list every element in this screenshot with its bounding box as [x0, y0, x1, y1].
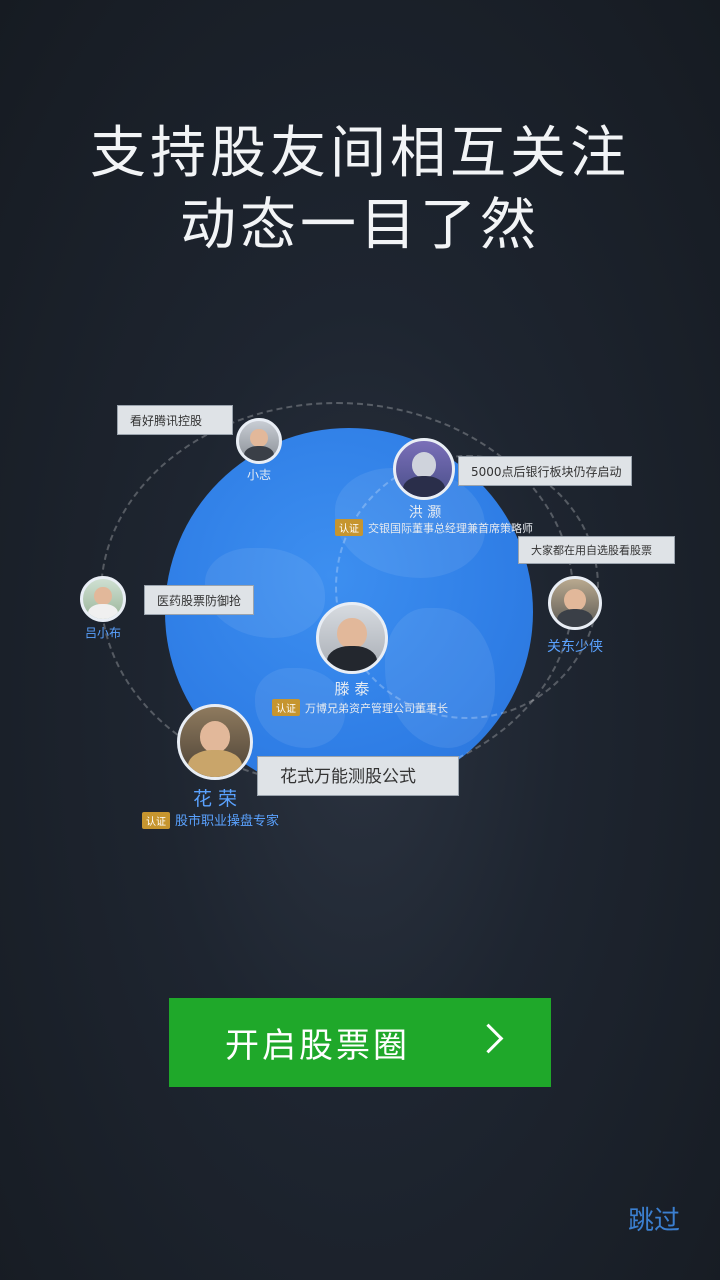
avatar-lvxiaobu[interactable]	[80, 576, 126, 622]
avatar-hongying[interactable]	[393, 438, 455, 500]
bubble-xiaozhi: 看好腾讯控股	[117, 405, 233, 435]
chevron-right-icon	[473, 1023, 504, 1054]
name-xiaozhi: 小志	[246, 468, 271, 482]
avatar-guandong[interactable]	[548, 576, 602, 630]
avatar-huarong[interactable]	[177, 704, 253, 780]
name-lvxiaobu: 吕小布	[84, 626, 121, 640]
name-huarong: 花 荣	[192, 788, 238, 810]
avatar-tengtai[interactable]	[316, 602, 388, 674]
verify-text-huarong: 股市职业操盘专家	[175, 814, 280, 829]
name-tengtai: 滕 泰	[334, 680, 370, 698]
skip-link[interactable]: 跳过	[628, 1200, 680, 1237]
open-stock-circle-label: 开启股票圈	[225, 1026, 410, 1066]
verify-text-tengtai: 万博兄弟资产管理公司董事长	[305, 702, 448, 715]
verify-tag-hongying: 认证	[335, 519, 363, 536]
bubble-guandong: 大家都在用自选股看股票	[518, 536, 675, 564]
verify-tag-tengtai: 认证	[272, 699, 300, 716]
headline-line-1: 支持股友间相互关注	[90, 121, 630, 186]
bubble-lvxiaobu: 医药股票防御抢	[144, 585, 254, 615]
bubble-huarong: 花式万能测股公式	[257, 756, 459, 796]
name-guandong: 关东少侠	[547, 639, 603, 655]
verify-huarong: 认证 股市职业操盘专家	[142, 810, 279, 829]
headline-line-2: 动态一目了然	[180, 193, 540, 258]
verify-tengtai: 认证 万博兄弟资产管理公司董事长	[272, 699, 448, 716]
open-stock-circle-button[interactable]: 开启股票圈	[169, 998, 551, 1087]
avatar-xiaozhi[interactable]	[236, 418, 282, 464]
verify-tag-huarong: 认证	[142, 812, 170, 829]
verify-hongying: 认证 交银国际董事总经理兼首席策略师	[335, 519, 533, 536]
verify-text-hongying: 交银国际董事总经理兼首席策略师	[368, 522, 533, 535]
bubble-hongying: 5000点后银行板块仍存启动	[458, 456, 632, 486]
